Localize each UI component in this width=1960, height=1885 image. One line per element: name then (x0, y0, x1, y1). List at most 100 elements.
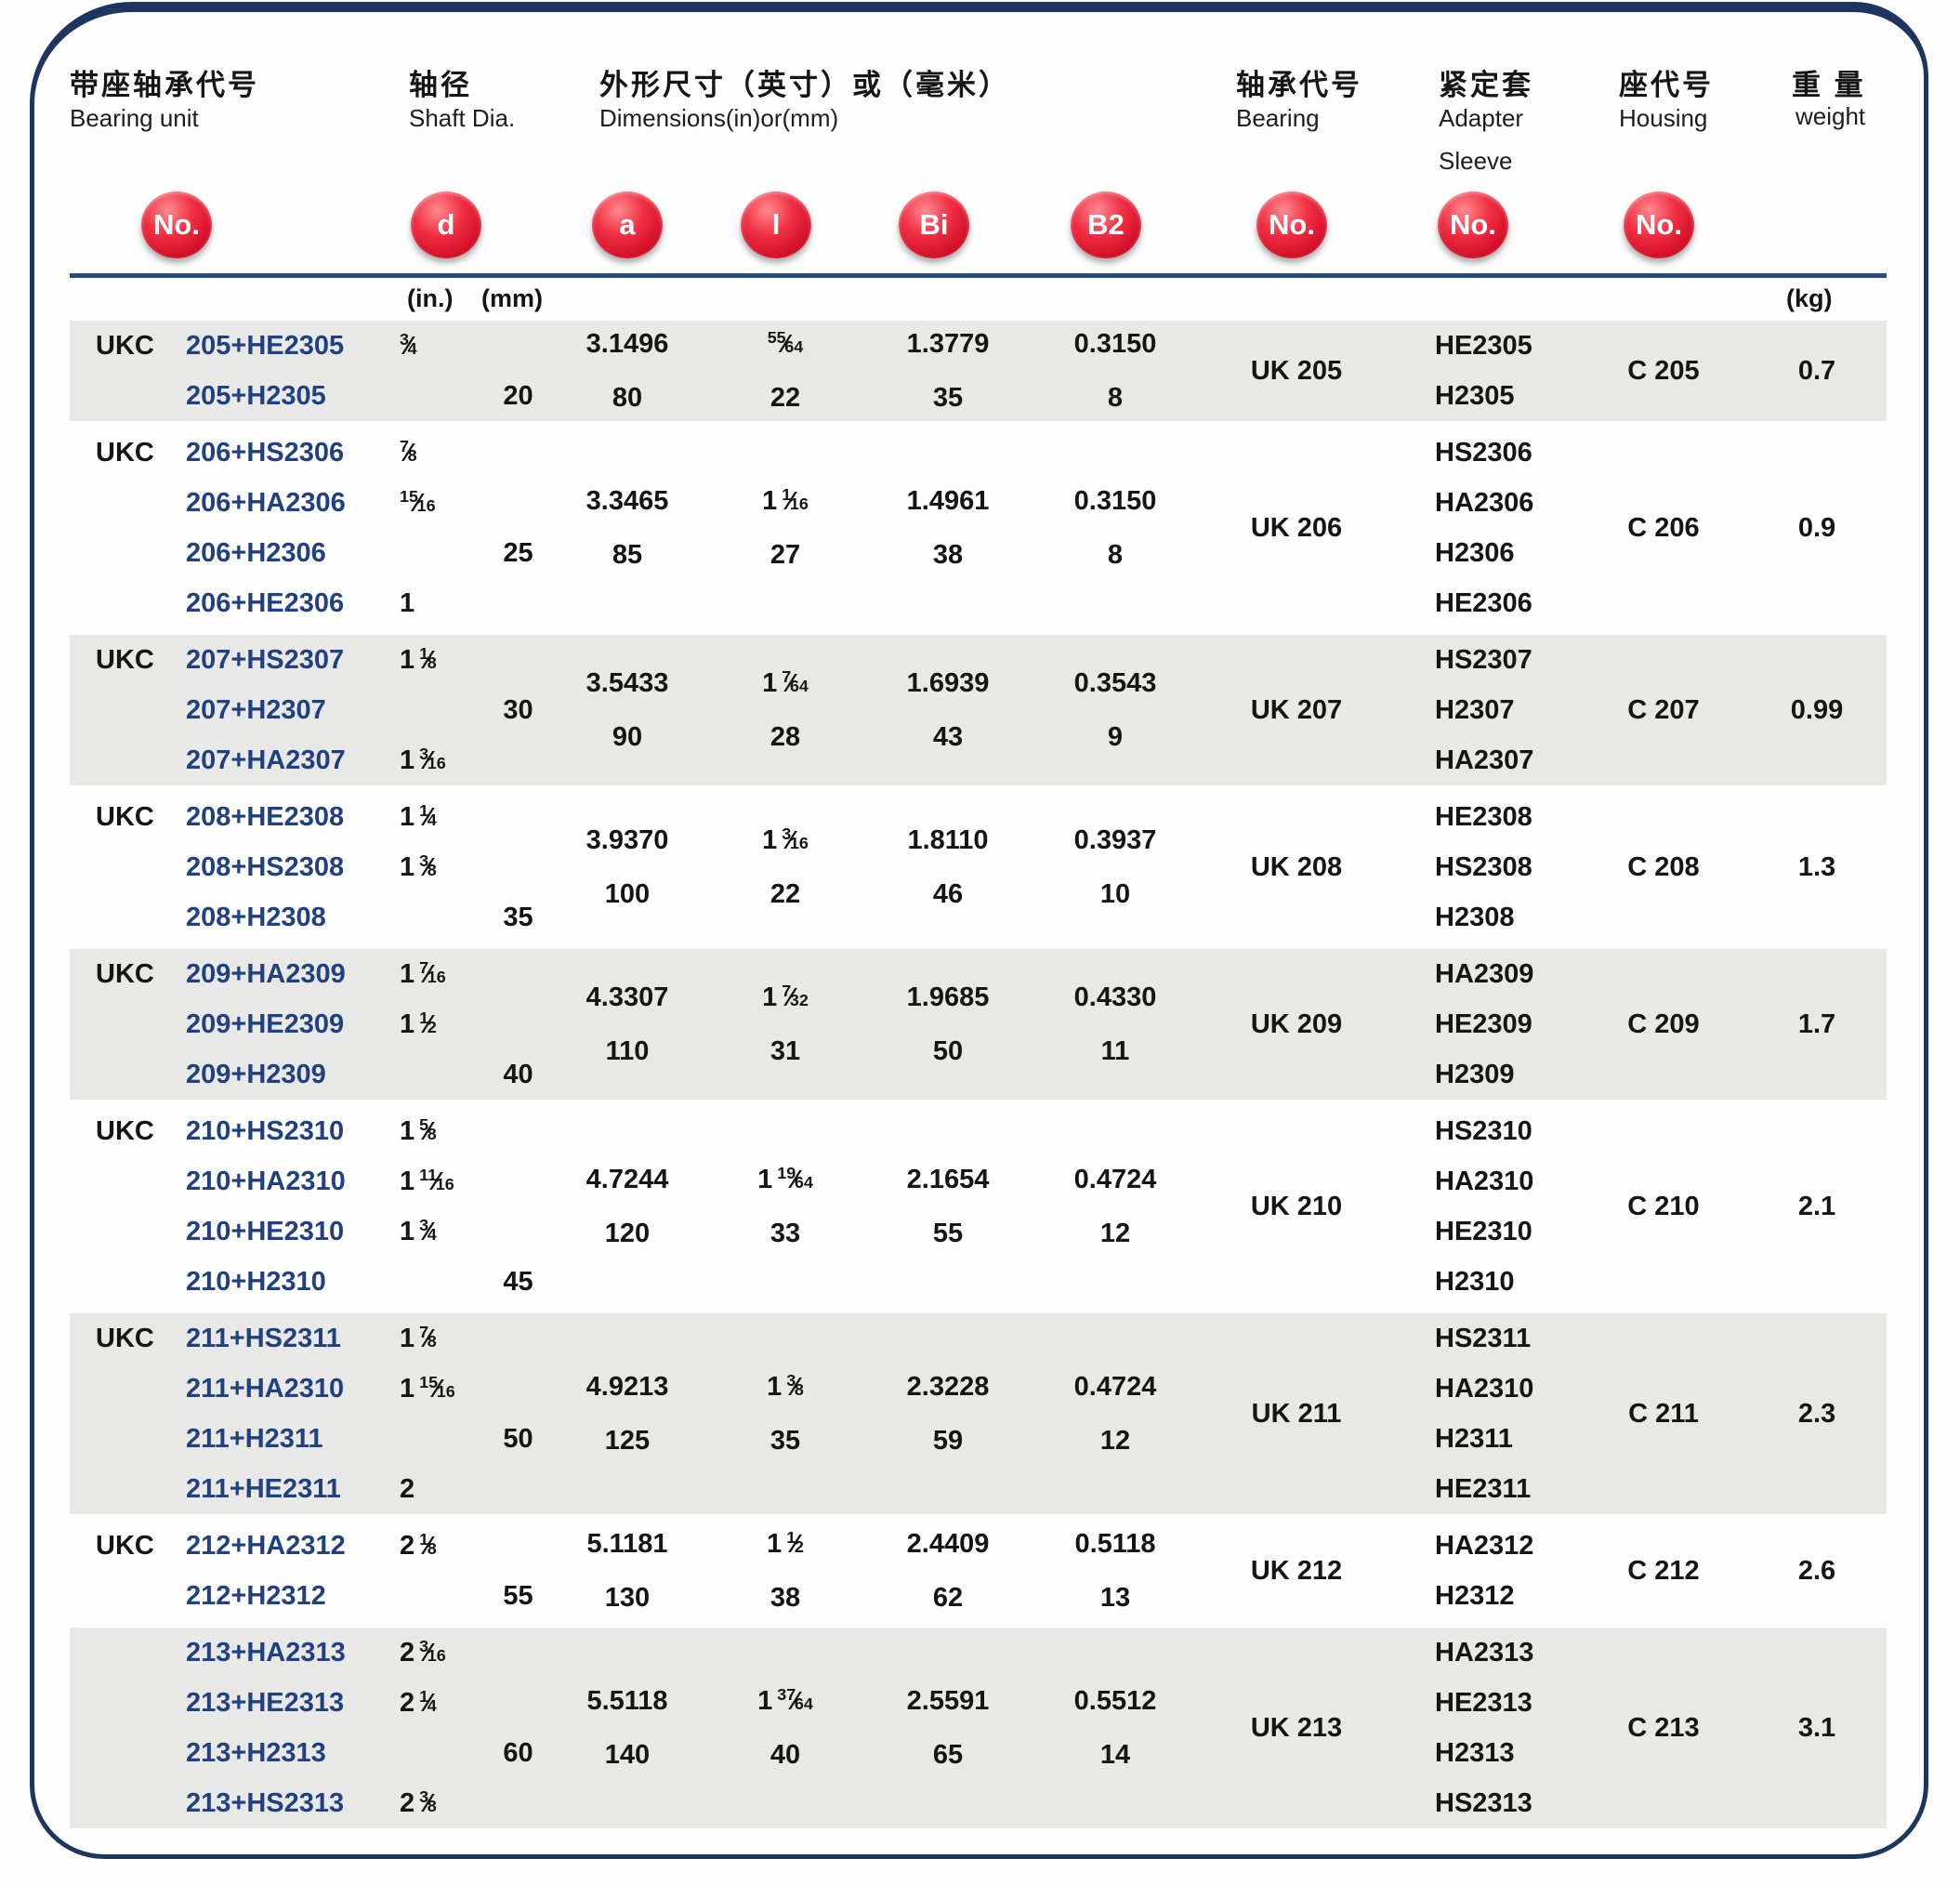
ukc-prefix (70, 1049, 186, 1100)
header-weight-zh: 重 量 (1792, 61, 1866, 103)
shaft-dia-mm (488, 1364, 548, 1414)
shaft-dia-mm (488, 635, 548, 685)
shaft-dia-mm (488, 1628, 548, 1678)
weight-value: 1.3 (1747, 792, 1887, 942)
shaft-dia-mm (488, 1106, 548, 1156)
table-body: UKC205+HE23053⁄4HE2305205+H230520H23053.… (70, 321, 1887, 1835)
shaft-dia-mm: 30 (488, 685, 548, 735)
part-number: 206+H2306 (186, 528, 390, 578)
part-number: 208+HE2308 (186, 792, 390, 842)
shaft-dia-mm: 40 (488, 1049, 548, 1100)
part-number: 209+HE2309 (186, 999, 390, 1049)
table-block: UKC210+HS231015⁄8HS2310210+HA2310111⁄16H… (70, 1106, 1887, 1307)
part-number: 211+HS2311 (186, 1313, 390, 1364)
unit-label-kg: (kg) (1786, 284, 1833, 313)
shaft-dia-in: 15⁄16 (390, 478, 488, 528)
ukc-prefix (70, 1257, 186, 1307)
adapter-sleeve-number: H2310 (1394, 1257, 1580, 1307)
shaft-dia-mm: 35 (488, 892, 548, 942)
ukc-prefix: UKC (70, 428, 186, 478)
adapter-sleeve-number: HE2311 (1394, 1464, 1580, 1514)
shaft-dia-in: 13⁄16 (390, 735, 488, 785)
ukc-prefix (70, 578, 186, 628)
housing-number: C 212 (1580, 1521, 1747, 1621)
part-number: 206+HE2306 (186, 578, 390, 628)
part-number: 210+HA2310 (186, 1156, 390, 1206)
dim-b2: 0.31508 (1032, 428, 1199, 628)
header-bearing-zh: 轴承代号 (1236, 61, 1362, 103)
ukc-prefix (70, 685, 186, 735)
shaft-dia-in (390, 1728, 488, 1778)
weight-value: 2.6 (1747, 1521, 1887, 1621)
dim-b2: 0.433011 (1032, 949, 1199, 1100)
part-number: 213+H2313 (186, 1728, 390, 1778)
bearing-number: UK 210 (1199, 1106, 1394, 1307)
shaft-dia-in: 3⁄4 (390, 321, 488, 371)
bearing-number: UK 211 (1199, 1313, 1394, 1514)
shaft-dia-in: 21⁄8 (390, 1521, 488, 1571)
part-number: 207+HS2307 (186, 635, 390, 685)
part-number: 207+HA2307 (186, 735, 390, 785)
adapter-sleeve-number: H2312 (1394, 1571, 1580, 1621)
header-weight-en: weight (1796, 102, 1865, 131)
shaft-dia-mm (488, 478, 548, 528)
weight-value: 0.9 (1747, 428, 1887, 628)
shaft-dia-in: 17⁄16 (390, 949, 488, 999)
ukc-prefix: UKC (70, 949, 186, 999)
header-adapter-sleeve-en-line2: Sleeve (1439, 147, 1513, 176)
shaft-dia-in: 7⁄8 (390, 428, 488, 478)
shaft-dia-in (390, 1414, 488, 1464)
housing-number: C 209 (1580, 949, 1747, 1100)
shaft-dia-mm (488, 999, 548, 1049)
adapter-sleeve-number: H2306 (1394, 528, 1580, 578)
ukc-prefix (70, 371, 186, 421)
badge-bearing-no-icon: No. (1256, 191, 1327, 258)
shaft-dia-in: 13⁄4 (390, 1206, 488, 1257)
shaft-dia-mm (488, 735, 548, 785)
part-number: 210+HE2310 (186, 1206, 390, 1257)
shaft-dia-in: 15⁄8 (390, 1106, 488, 1156)
dim-b2: 0.35439 (1032, 635, 1199, 785)
header-bearing-en: Bearing (1236, 104, 1320, 133)
ukc-prefix (70, 892, 186, 942)
dim-bi: 1.968550 (864, 949, 1032, 1100)
adapter-sleeve-number: HE2308 (1394, 792, 1580, 842)
shaft-dia-mm (488, 578, 548, 628)
ukc-prefix: UKC (70, 1313, 186, 1364)
part-number: 212+H2312 (186, 1571, 390, 1621)
ukc-prefix (70, 1364, 186, 1414)
shaft-dia-in: 111⁄16 (390, 1156, 488, 1206)
part-number: 210+HS2310 (186, 1106, 390, 1156)
header-shaft-zh: 轴径 (409, 61, 472, 103)
dim-bi: 1.693943 (864, 635, 1032, 785)
adapter-sleeve-number: HE2306 (1394, 578, 1580, 628)
catalog-page: 带座轴承代号 Bearing unit 轴径 Shaft Dia. 外形尺寸（英… (0, 0, 1960, 1885)
part-number: 213+HS2313 (186, 1778, 390, 1828)
ukc-prefix (70, 1464, 186, 1514)
dim-l: 17⁄6428 (706, 635, 864, 785)
housing-number: C 208 (1580, 792, 1747, 942)
bearing-number: UK 209 (1199, 949, 1394, 1100)
part-number: 212+HA2312 (186, 1521, 390, 1571)
adapter-sleeve-number: HA2312 (1394, 1521, 1580, 1571)
housing-number: C 213 (1580, 1628, 1747, 1828)
dim-bi: 2.165455 (864, 1106, 1032, 1307)
shaft-dia-mm: 20 (488, 371, 548, 421)
shaft-dia-mm: 25 (488, 528, 548, 578)
part-number: 206+HS2306 (186, 428, 390, 478)
dim-bi: 2.322859 (864, 1313, 1032, 1514)
ukc-prefix (70, 735, 186, 785)
header-housing-en: Housing (1619, 104, 1707, 133)
ukc-prefix: UKC (70, 1521, 186, 1571)
shaft-dia-mm: 60 (488, 1728, 548, 1778)
ukc-prefix: UKC (70, 635, 186, 685)
ukc-prefix: UKC (70, 792, 186, 842)
dim-a: 3.9370100 (548, 792, 706, 942)
shaft-dia-mm (488, 1206, 548, 1257)
ukc-prefix: UKC (70, 1106, 186, 1156)
shaft-dia-in: 23⁄16 (390, 1628, 488, 1678)
header-shaft-en: Shaft Dia. (409, 104, 515, 133)
part-number: 209+H2309 (186, 1049, 390, 1100)
unit-label-mm: (mm) (481, 284, 543, 313)
housing-number: C 207 (1580, 635, 1747, 785)
